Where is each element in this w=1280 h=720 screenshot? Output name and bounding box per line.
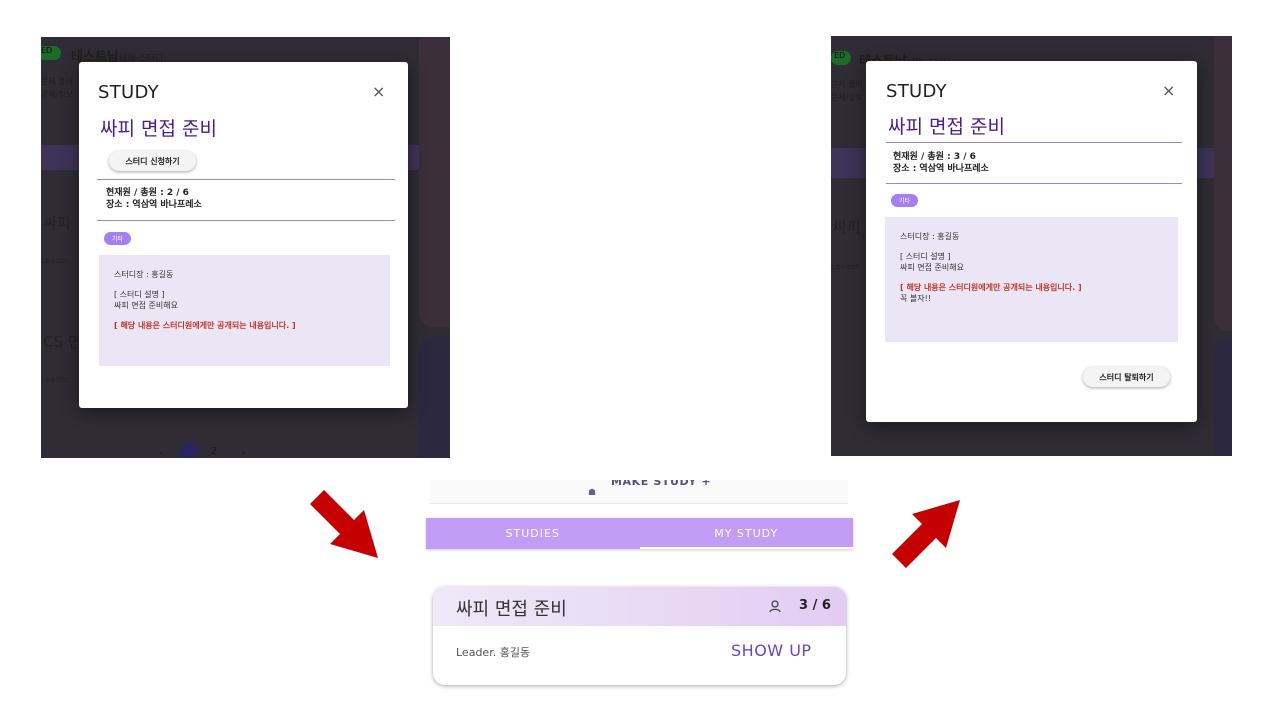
modal-type-label: STUDY: [98, 82, 159, 103]
divider: [97, 179, 395, 180]
bg-badge: ED: [41, 46, 61, 60]
person-add-icon: ☗: [588, 488, 597, 498]
place-line: 장소 : 역삼역 바나프레소: [893, 164, 989, 174]
card-leader: Leader. 홍길동: [456, 646, 531, 659]
arrow-up-right: [892, 500, 960, 568]
person-icon: [769, 600, 781, 613]
members-line: 현재원 / 총원 : 3 / 6: [893, 152, 976, 162]
bg-card-1-leader: Leader.: [41, 256, 71, 265]
leader-line: 스터디장 : 홍길동: [900, 232, 960, 241]
bg-page-next[interactable]: ›: [241, 446, 245, 458]
category-tag: 기타: [891, 194, 918, 207]
bg-card-2-title: CS 면: [43, 333, 82, 351]
make-study-button[interactable]: ☗ MAKE STUDY +: [430, 480, 848, 504]
tab-bar: STUDIES MY STUDY: [426, 518, 853, 549]
member-info: 현재원 / 총원 : 3 / 6 장소 : 역삼역 바나프레소: [893, 151, 989, 175]
bg-line-2: 문제/정보: [831, 93, 864, 102]
bg-side-card-2: [419, 337, 450, 458]
modal-title: 싸피 면접 준비: [100, 118, 217, 140]
bg-line-1: 문제 풀어: [41, 77, 73, 86]
leave-button[interactable]: 스터디 탈퇴하기: [1083, 367, 1170, 387]
bg-card-1-leader: Leader.: [831, 262, 861, 271]
show-up-button[interactable]: SHOW UP: [731, 641, 812, 660]
bg-line-1: 문제 풀어: [831, 80, 863, 89]
right-screenshot: ED 테스트남님의 스터디 문제 풀어 문제/정보 싸피 Leader. STU…: [831, 36, 1232, 456]
close-icon[interactable]: ×: [372, 82, 385, 101]
bg-card-1-title: 싸피: [43, 214, 71, 232]
category-tag: 기타: [104, 232, 131, 245]
bg-page-prev[interactable]: ‹: [159, 446, 163, 458]
desc-text: 싸피 면접 준비해요: [900, 263, 964, 272]
tab-studies[interactable]: STUDIES: [426, 518, 640, 549]
left-screenshot: ED 테스트남님의 스터디 문제 풀어 문제/정보 싸피 Leader. CS …: [41, 37, 450, 458]
study-card[interactable]: 싸피 면접 준비 3 / 6 Leader. 홍길동 SHOW UP: [433, 587, 846, 685]
bg-line-2: 문제/정보: [41, 90, 74, 99]
member-info: 현재원 / 총원 : 2 / 6 장소 : 역삼역 바나프레소: [106, 187, 202, 211]
desc-text: 싸피 면접 준비해요: [114, 301, 178, 310]
members-only-notice: [ 해당 내용은 스터디원에게만 공개되는 내용입니다. ]: [114, 321, 296, 330]
bg-side-card: [419, 37, 450, 327]
bg-card-1-title: 싸피: [833, 218, 861, 236]
bg-card-2-leader: Leader.: [41, 375, 71, 384]
description-box: 스터디장 : 홍길동 [ 스터디 설명 ] 싸피 면접 준비해요 [ 해당 내용…: [99, 255, 390, 366]
modal-title: 싸피 면접 준비: [888, 116, 1005, 138]
tab-my-study[interactable]: MY STUDY: [639, 518, 854, 549]
study-modal: STUDY × 싸피 면접 준비 스터디 신청하기 현재원 / 총원 : 2 /…: [79, 62, 408, 408]
member-count: 3 / 6: [799, 598, 831, 613]
desc-heading: [ 스터디 설명 ]: [900, 252, 951, 261]
bg-page-2[interactable]: 2: [211, 446, 217, 457]
notice-text: 꼭 볼자!!: [900, 294, 932, 303]
bg-page-1[interactable]: 1: [180, 443, 198, 458]
members-line: 현재원 / 총원 : 2 / 6: [106, 188, 189, 198]
apply-button[interactable]: 스터디 신청하기: [109, 151, 196, 171]
bg-badge: ED: [831, 51, 851, 65]
card-title: 싸피 면접 준비: [456, 599, 567, 620]
leader-line: 스터디장 : 홍길동: [114, 270, 174, 279]
place-line: 장소 : 역삼역 바나프레소: [106, 200, 202, 210]
divider: [97, 220, 395, 221]
divider: [886, 183, 1182, 184]
study-modal: STUDY × 싸피 면접 준비 현재원 / 총원 : 3 / 6 장소 : 역…: [866, 61, 1197, 422]
modal-type-label: STUDY: [886, 81, 947, 102]
desc-heading: [ 스터디 설명 ]: [114, 290, 165, 299]
close-icon[interactable]: ×: [1162, 81, 1175, 100]
description-box: 스터디장 : 홍길동 [ 스터디 설명 ] 싸피 면접 준비해요 [ 해당 내용…: [885, 217, 1178, 342]
make-study-label: MAKE STUDY +: [611, 480, 712, 488]
divider: [886, 142, 1182, 143]
arrow-down-right: [310, 490, 378, 558]
bg-side-card-2: [1214, 340, 1232, 456]
members-only-notice: [ 해당 내용은 스터디원에게만 공개되는 내용입니다. ]: [900, 283, 1082, 292]
bg-side-card: [1214, 36, 1232, 331]
card-header: 싸피 면접 준비 3 / 6: [433, 587, 846, 626]
